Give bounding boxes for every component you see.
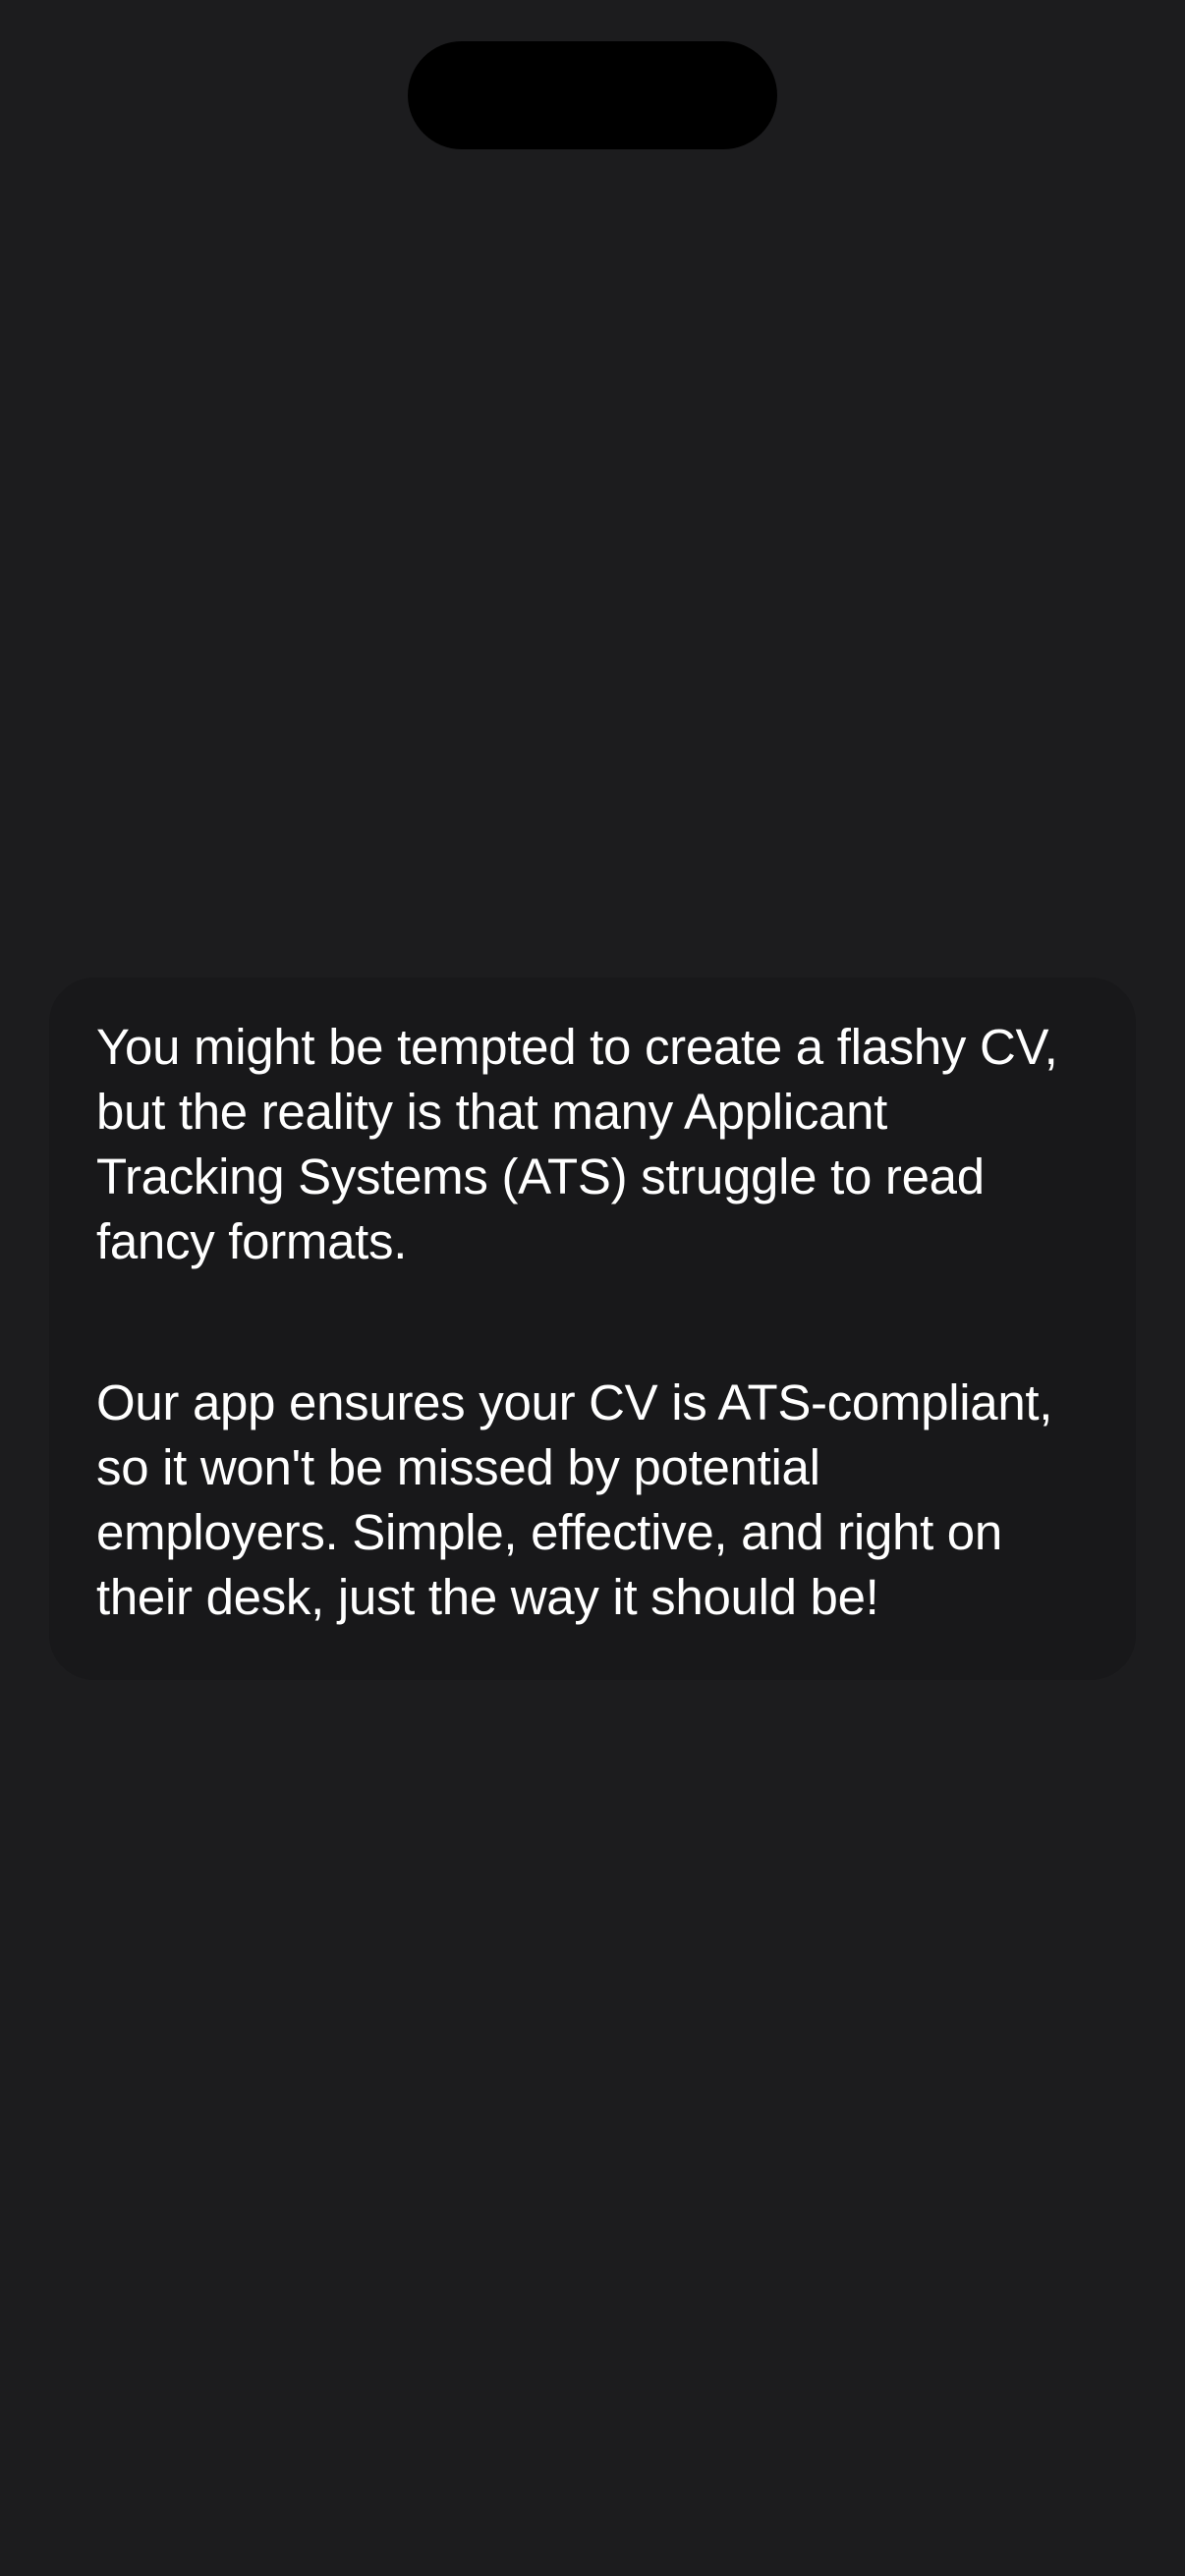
message-card: You might be tempted to create a flashy … [49, 978, 1136, 1680]
message-paragraph-2: Our app ensures your CV is ATS-compliant… [96, 1371, 1093, 1630]
paragraph-1-line-3: Tracking Systems (ATS) struggle to read [96, 1148, 985, 1204]
paragraph-1-line-4: fancy formats. [96, 1213, 408, 1269]
paragraph-2-line-2: so it won't be missed by potential [96, 1439, 820, 1495]
paragraph-2-line-1: Our app ensures your CV is ATS-compliant… [96, 1374, 1053, 1430]
paragraph-2-line-3: employers. Simple, effective, and right … [96, 1504, 1002, 1560]
dynamic-island [408, 41, 777, 149]
paragraph-1-line-2: but the reality is that many Applicant [96, 1084, 888, 1140]
paragraph-1-line-1: You might be tempted to create a flashy … [96, 1019, 1058, 1075]
message-paragraph-1: You might be tempted to create a flashy … [96, 1015, 1093, 1274]
paragraph-2-line-4: their desk, just the way it should be! [96, 1569, 879, 1625]
